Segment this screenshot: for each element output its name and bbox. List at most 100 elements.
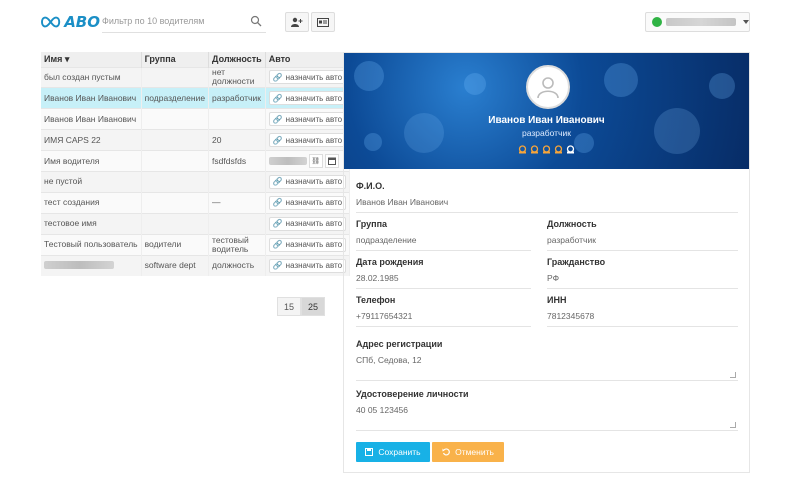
row-position: нет должности bbox=[208, 66, 266, 88]
row-car: 🔗 назначить авто bbox=[265, 66, 351, 88]
driver-badge-icon bbox=[566, 145, 575, 154]
column-position[interactable]: Должность bbox=[208, 52, 266, 67]
assign-car-button[interactable]: 🔗 назначить авто bbox=[268, 216, 347, 231]
resize-handle-icon[interactable] bbox=[730, 372, 736, 378]
assign-car-label: назначить авто bbox=[285, 93, 343, 103]
profile-name: Иванов Иван Иванович bbox=[488, 115, 605, 126]
table-row[interactable]: тест создания — 🔗 назначить авто bbox=[41, 191, 351, 214]
row-car: 🔗 назначить авто bbox=[265, 129, 351, 151]
cancel-label: Отменить bbox=[455, 447, 494, 457]
group-field[interactable]: Группа подразделение bbox=[356, 219, 531, 251]
filter-input[interactable] bbox=[102, 11, 242, 31]
position-field[interactable]: Должность разработчик bbox=[547, 219, 738, 251]
page-size-selector: 15 25 bbox=[277, 297, 325, 316]
table-row-selected[interactable]: Иванов Иван Иванович подразделение разра… bbox=[41, 87, 351, 109]
link-icon: 🔗 bbox=[272, 219, 283, 229]
profile-banner: Иванов Иван Иванович разработчик bbox=[344, 53, 749, 169]
assign-car-button[interactable]: 🔗 назначить авто bbox=[268, 70, 347, 85]
chevron-down-icon bbox=[743, 20, 749, 24]
column-car[interactable]: Авто bbox=[265, 52, 351, 67]
save-button[interactable]: Сохранить bbox=[356, 442, 430, 462]
row-name: Иванов Иван Иванович bbox=[41, 87, 142, 109]
profile-role: разработчик bbox=[522, 128, 571, 138]
row-position: — bbox=[208, 191, 266, 214]
assign-car-label: назначить авто bbox=[285, 198, 343, 208]
driver-filter bbox=[102, 11, 266, 33]
assign-car-label: назначить авто bbox=[285, 177, 343, 187]
table-row[interactable]: Иванов Иван Иванович 🔗 назначить авто bbox=[41, 108, 351, 130]
logo-text: АВО bbox=[64, 13, 100, 31]
link-icon: 🔗 bbox=[272, 177, 283, 187]
row-car: 🔗 назначить авто bbox=[265, 87, 351, 109]
user-name-redacted bbox=[666, 18, 736, 26]
id-card-button[interactable] bbox=[311, 12, 335, 32]
row-car: 🔗 назначить авто bbox=[265, 254, 351, 276]
page-size-25[interactable]: 25 bbox=[301, 297, 325, 316]
unlink-car-button[interactable]: ⛓ bbox=[308, 154, 323, 168]
table-row[interactable]: Имя водителя fsdfdsfds ⛓ bbox=[41, 150, 351, 172]
citizenship-label: Гражданство bbox=[547, 257, 606, 267]
assign-car-button[interactable]: 🔗 назначить авто bbox=[268, 112, 347, 127]
schedule-button[interactable] bbox=[324, 154, 339, 168]
birth-date-label: Дата рождения bbox=[356, 257, 424, 267]
assign-car-button[interactable]: 🔗 назначить авто bbox=[268, 237, 347, 252]
add-driver-button[interactable] bbox=[285, 12, 309, 32]
fio-field[interactable]: Ф.И.О. Иванов Иван Иванович bbox=[356, 181, 738, 213]
row-name: тестовое имя bbox=[41, 212, 142, 235]
phone-field[interactable]: Телефон +79117654321 bbox=[356, 295, 531, 327]
drivers-table: Имя ▾ Группа Должность Авто был создан п… bbox=[41, 52, 351, 276]
column-group[interactable]: Группа bbox=[141, 52, 210, 67]
page-size-15[interactable]: 15 bbox=[277, 297, 301, 316]
assign-car-label: назначить авто bbox=[285, 135, 343, 145]
assign-car-button[interactable]: 🔗 назначить авто bbox=[268, 195, 347, 210]
user-menu[interactable] bbox=[645, 12, 750, 32]
row-name: тест создания bbox=[41, 191, 142, 214]
search-icon[interactable] bbox=[250, 15, 262, 27]
user-status-icon bbox=[652, 17, 662, 27]
table-row[interactable]: software dept должность 🔗 назначить авто bbox=[41, 254, 351, 276]
birth-date-field[interactable]: Дата рождения 28.02.1985 bbox=[356, 257, 531, 289]
address-textarea[interactable]: Адрес регистрации СПб, Седова, 12 bbox=[356, 339, 738, 381]
row-name: ИМЯ CAPS 22 bbox=[41, 129, 142, 151]
group-value: подразделение bbox=[356, 235, 417, 245]
row-car: 🔗 назначить авто bbox=[265, 108, 351, 130]
assign-car-label: назначить авто bbox=[285, 261, 343, 271]
link-icon: 🔗 bbox=[272, 93, 283, 103]
row-position: 20 bbox=[208, 129, 266, 151]
link-icon: 🔗 bbox=[272, 135, 283, 145]
row-car: ⛓ bbox=[265, 150, 351, 172]
logo[interactable]: АВО bbox=[40, 13, 100, 31]
calendar-icon bbox=[327, 157, 336, 165]
citizenship-value: РФ bbox=[547, 273, 560, 283]
assign-car-label: назначить авто bbox=[285, 219, 343, 229]
phone-label: Телефон bbox=[356, 295, 396, 305]
driver-badge-icon bbox=[554, 145, 563, 154]
table-row[interactable]: не пустой 🔗 назначить авто bbox=[41, 170, 351, 193]
avatar[interactable] bbox=[526, 65, 570, 109]
name-redacted bbox=[44, 260, 114, 269]
row-position: fsdfdsfds bbox=[208, 150, 266, 172]
link-icon: 🔗 bbox=[272, 114, 283, 124]
assign-car-button[interactable]: 🔗 назначить авто bbox=[268, 133, 347, 148]
column-name[interactable]: Имя ▾ bbox=[41, 52, 142, 67]
address-label: Адрес регистрации bbox=[356, 339, 443, 349]
id-document-textarea[interactable]: Удостоверение личности 40 05 123456 bbox=[356, 389, 738, 431]
cancel-button[interactable]: Отменить bbox=[432, 442, 504, 462]
group-label: Группа bbox=[356, 219, 388, 229]
birth-date-value: 28.02.1985 bbox=[356, 273, 399, 283]
citizenship-field[interactable]: Гражданство РФ bbox=[547, 257, 738, 289]
row-name: не пустой bbox=[41, 170, 142, 193]
table-row[interactable]: ИМЯ CAPS 22 20 🔗 назначить авто bbox=[41, 129, 351, 151]
table-row[interactable]: тестовое имя 🔗 назначить авто bbox=[41, 212, 351, 235]
row-group bbox=[141, 170, 210, 193]
assign-car-button[interactable]: 🔗 назначить авто bbox=[268, 91, 347, 106]
assign-car-button[interactable]: 🔗 назначить авто bbox=[268, 174, 347, 189]
row-group bbox=[141, 66, 210, 88]
resize-handle-icon[interactable] bbox=[730, 422, 736, 428]
inn-label: ИНН bbox=[547, 295, 567, 305]
row-group bbox=[141, 129, 210, 151]
inn-field[interactable]: ИНН 7812345678 bbox=[547, 295, 738, 327]
assign-car-button[interactable]: 🔗 назначить авто bbox=[268, 258, 347, 273]
table-row[interactable]: Тестовый пользователь водители тестовый … bbox=[41, 233, 351, 256]
table-row[interactable]: был создан пустым нет должности 🔗 назначи… bbox=[41, 66, 351, 88]
